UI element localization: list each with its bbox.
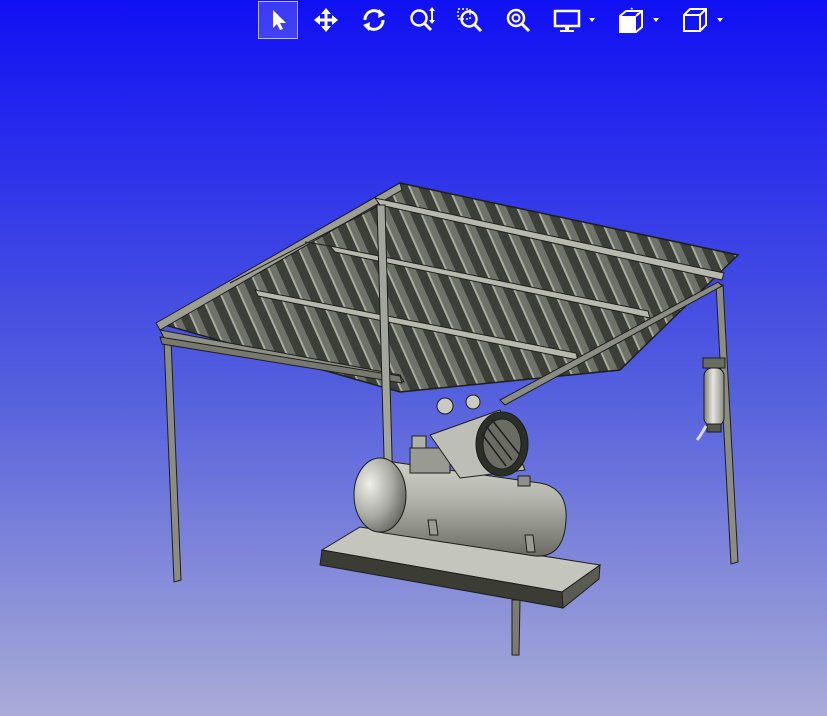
rotate-icon — [360, 7, 388, 33]
chevron-down-icon — [717, 18, 723, 22]
zoom-fit-icon — [504, 7, 532, 33]
view-cube-icon — [681, 7, 709, 33]
select-button[interactable] — [258, 1, 298, 39]
display-mode-icon — [553, 7, 581, 33]
zoom-window-button[interactable] — [450, 1, 490, 39]
zoom-fit-button[interactable] — [498, 1, 538, 39]
zoom-button[interactable] — [402, 1, 442, 39]
zoom-icon — [408, 7, 436, 33]
rotate-button[interactable] — [354, 1, 394, 39]
section-view-icon — [617, 7, 645, 33]
select-arrow-icon — [267, 8, 289, 32]
chevron-down-icon — [589, 18, 595, 22]
pan-move-icon — [313, 7, 339, 33]
zoom-window-icon — [456, 7, 484, 33]
chevron-down-icon — [653, 18, 659, 22]
display-mode-button[interactable] — [546, 1, 608, 39]
section-view-button[interactable] — [610, 1, 672, 39]
3d-viewport[interactable] — [0, 0, 827, 716]
pan-button[interactable] — [306, 1, 346, 39]
view-orientation-button[interactable] — [674, 1, 736, 39]
viewer-toolbar — [258, 0, 738, 40]
